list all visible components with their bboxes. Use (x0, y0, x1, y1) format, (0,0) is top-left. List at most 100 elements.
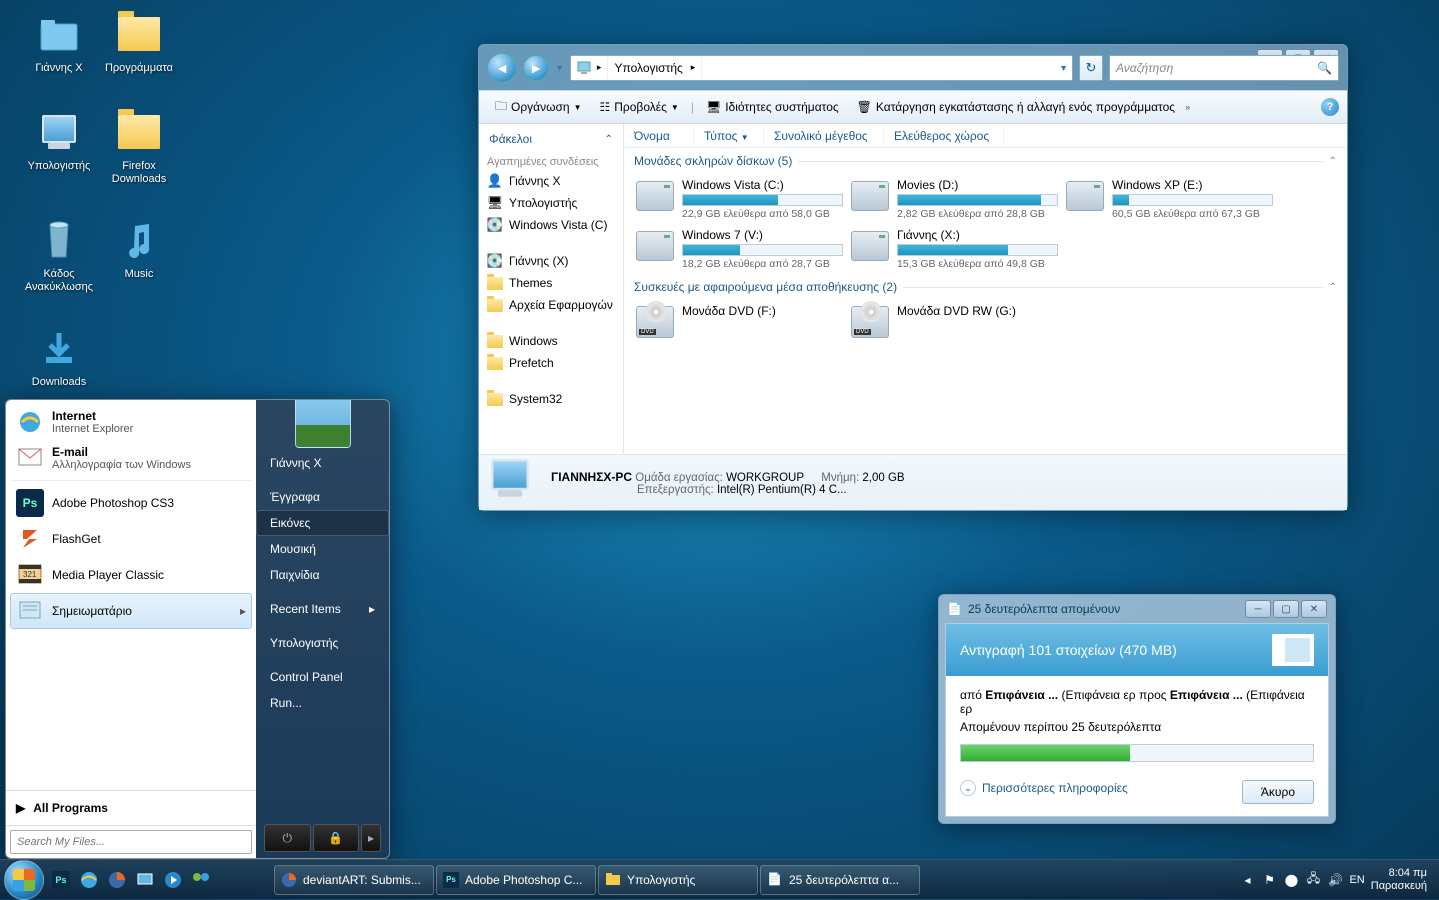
start-right-music[interactable]: Μουσική (256, 536, 389, 562)
ql-firefox[interactable] (104, 864, 130, 896)
copy-heading: Αντιγραφή 101 στοιχείων (470 MB) (960, 642, 1177, 658)
desktop-icon-firefox-downloads[interactable]: Firefox Downloads (100, 108, 178, 186)
nav-item[interactable]: Windows (483, 330, 619, 352)
nav-item[interactable]: System32 (483, 388, 619, 410)
views-button[interactable]: ☷Προβολές ▼ (591, 97, 686, 117)
more-info-toggle[interactable]: ⌄ Περισσότερες πληροφορίες (960, 780, 1128, 796)
address-dropdown[interactable]: ▼ (1055, 63, 1072, 73)
drive-usage-bar (682, 194, 843, 206)
start-right-documents[interactable]: Έγγραφα (256, 484, 389, 510)
lock-button[interactable]: 🔒 (313, 824, 360, 852)
wmp-icon (164, 871, 182, 889)
search-box[interactable]: Αναζήτηση 🔍 (1109, 55, 1339, 81)
ql-ie[interactable] (76, 864, 102, 896)
section-header-hdd[interactable]: Μονάδες σκληρών δίσκων (5)⌃ (624, 148, 1347, 174)
start-program-mpc[interactable]: 321 Media Player Classic (10, 557, 252, 593)
start-button[interactable] (4, 860, 44, 900)
desktop-icon-downloads[interactable]: Downloads (20, 324, 98, 389)
start-program-photoshop[interactable]: Ps Adobe Photoshop CS3 (10, 485, 252, 521)
start-program-flashget[interactable]: FlashGet (10, 521, 252, 557)
nav-item[interactable]: Αρχεία Εφαρμογών (483, 294, 619, 316)
nav-item[interactable]: 🖥Υπολογιστής (483, 192, 619, 214)
ql-messenger[interactable] (188, 864, 214, 896)
desktop-icon-music[interactable]: Music (100, 216, 178, 281)
section-header-removable[interactable]: Συσκευές με αφαιρούμενα μέσα αποθήκευσης… (624, 274, 1347, 300)
start-search-input[interactable] (10, 830, 252, 854)
recycle-bin-icon (35, 216, 83, 264)
search-icon: 🔍 (1317, 61, 1332, 75)
drive-item[interactable]: Γιάννης (X:)15,3 GB ελεύθερα από 49,8 GB (847, 224, 1062, 274)
cancel-button[interactable]: Άκυρο (1242, 780, 1314, 804)
all-programs-button[interactable]: ▶ All Programs (6, 790, 256, 825)
language-indicator[interactable]: EN (1349, 874, 1364, 886)
address-bar[interactable]: ▸ Υπολογιστής▸ ▼ (570, 55, 1073, 81)
start-right-pictures[interactable]: Εικόνες (256, 510, 389, 536)
ql-show-desktop[interactable] (132, 864, 158, 896)
uninstall-button[interactable]: 🗑Κατάργηση εγκατάστασης ή αλλαγή ενός πρ… (849, 97, 1183, 117)
start-email[interactable]: E-mailΑλληλογραφία των Windows (10, 440, 252, 476)
drive-item[interactable]: Movies (D:)2,82 GB ελεύθερα από 28,8 GB (847, 174, 1062, 224)
svg-text:321: 321 (23, 570, 37, 579)
column-headers: Όνομα Τύπος ▼ Συνολικό μέγεθος Ελεύθερος… (624, 124, 1347, 148)
taskbar-item[interactable]: deviantART: Submis... (274, 865, 434, 895)
nav-item[interactable]: 💽Windows Vista (C) (483, 214, 619, 236)
drive-item[interactable]: Windows XP (E:)60,5 GB ελεύθερα από 67,3… (1062, 174, 1277, 224)
drive-item[interactable]: Windows Vista (C:)22,9 GB ελεύθερα από 5… (632, 174, 847, 224)
start-right-user[interactable]: Γιάννης Χ (256, 450, 389, 476)
system-properties-button[interactable]: 🖥Ιδιότητες συστήματος (698, 97, 847, 117)
dvd-drive-item[interactable]: DVD Μονάδα DVD (F:) (632, 300, 847, 344)
breadcrumb-segment[interactable]: Υπολογιστής▸ (608, 56, 702, 80)
ql-photoshop[interactable]: Ps (48, 864, 74, 896)
start-right-games[interactable]: Παιχνίδια (256, 562, 389, 588)
clock[interactable]: 8:04 πμ Παρασκευή (1371, 867, 1427, 891)
maximize-button[interactable]: ▢ (1273, 600, 1299, 618)
start-right-run[interactable]: Run... (256, 690, 389, 716)
help-button[interactable]: ? (1321, 98, 1339, 116)
nav-item[interactable]: 👤Γιάννης Χ (483, 170, 619, 192)
volume-icon[interactable]: 🔊 (1327, 872, 1343, 888)
nav-forward-button[interactable]: ► (523, 55, 549, 81)
toolbar-overflow[interactable]: » (1185, 102, 1190, 112)
breadcrumb-computer-icon[interactable]: ▸ (571, 56, 609, 80)
close-button[interactable]: ✕ (1301, 600, 1327, 618)
nav-back-button[interactable]: ◄ (487, 53, 517, 83)
properties-icon: 🖥 (706, 100, 721, 114)
desktop-icon-computer[interactable]: Υπολογιστής (20, 108, 98, 173)
nav-history-dropdown[interactable]: ▼ (555, 63, 564, 73)
column-header[interactable]: Ελεύθερος χώρος (884, 129, 1004, 143)
folders-header[interactable]: Φάκελοι⌃ (483, 128, 619, 150)
desktop-icon-recycle-bin[interactable]: Κάδος Ανακύκλωσης (20, 216, 98, 294)
user-avatar[interactable] (295, 399, 351, 448)
start-right-recent[interactable]: Recent Items▸ (256, 596, 389, 622)
minimize-button[interactable]: ─ (1245, 600, 1271, 618)
start-item-title: Internet (52, 409, 96, 423)
power-options-button[interactable]: ▸ (361, 824, 381, 852)
tray-icon[interactable]: ⬤ (1283, 872, 1299, 888)
tray-expand[interactable]: ◂ (1239, 872, 1255, 888)
taskbar: Ps deviantART: Submis... PsAdobe Photosh… (0, 859, 1439, 899)
tray-icon[interactable]: ⚑ (1261, 872, 1277, 888)
refresh-button[interactable]: ↻ (1079, 55, 1103, 81)
dvd-drive-item[interactable]: DVD Μονάδα DVD RW (G:) (847, 300, 1062, 344)
nav-item[interactable]: Themes (483, 272, 619, 294)
ql-wmp[interactable] (160, 864, 186, 896)
network-icon[interactable]: 🖧 (1305, 872, 1321, 888)
start-internet[interactable]: InternetInternet Explorer (10, 404, 252, 440)
nav-item[interactable]: 💽Γιάννης (X) (483, 250, 619, 272)
taskbar-item[interactable]: Υπολογιστής (598, 865, 758, 895)
desktop-icon-user[interactable]: Γιάννης Χ (20, 10, 98, 75)
nav-item[interactable]: Prefetch (483, 352, 619, 374)
favorites-header: Αγαπημένες συνδέσεις (483, 150, 619, 170)
drive-item[interactable]: Windows 7 (V:)18,2 GB ελεύθερα από 28,7 … (632, 224, 847, 274)
column-header[interactable]: Όνομα (624, 129, 694, 143)
start-right-computer[interactable]: Υπολογιστής (256, 630, 389, 656)
power-button[interactable]: ⏻ (264, 824, 311, 852)
taskbar-item[interactable]: 📄25 δευτερόλεπτα α... (760, 865, 920, 895)
organize-button[interactable]: 🗀Οργάνωση ▼ (487, 94, 589, 121)
start-right-control-panel[interactable]: Control Panel (256, 664, 389, 690)
taskbar-item[interactable]: PsAdobe Photoshop C... (436, 865, 596, 895)
desktop-icon-programs[interactable]: Προγράμματα (100, 10, 178, 75)
column-header[interactable]: Τύπος ▼ (694, 129, 764, 143)
start-program-notepad[interactable]: Σημειωματάριο ▸ (10, 593, 252, 629)
column-header[interactable]: Συνολικό μέγεθος (764, 129, 884, 143)
